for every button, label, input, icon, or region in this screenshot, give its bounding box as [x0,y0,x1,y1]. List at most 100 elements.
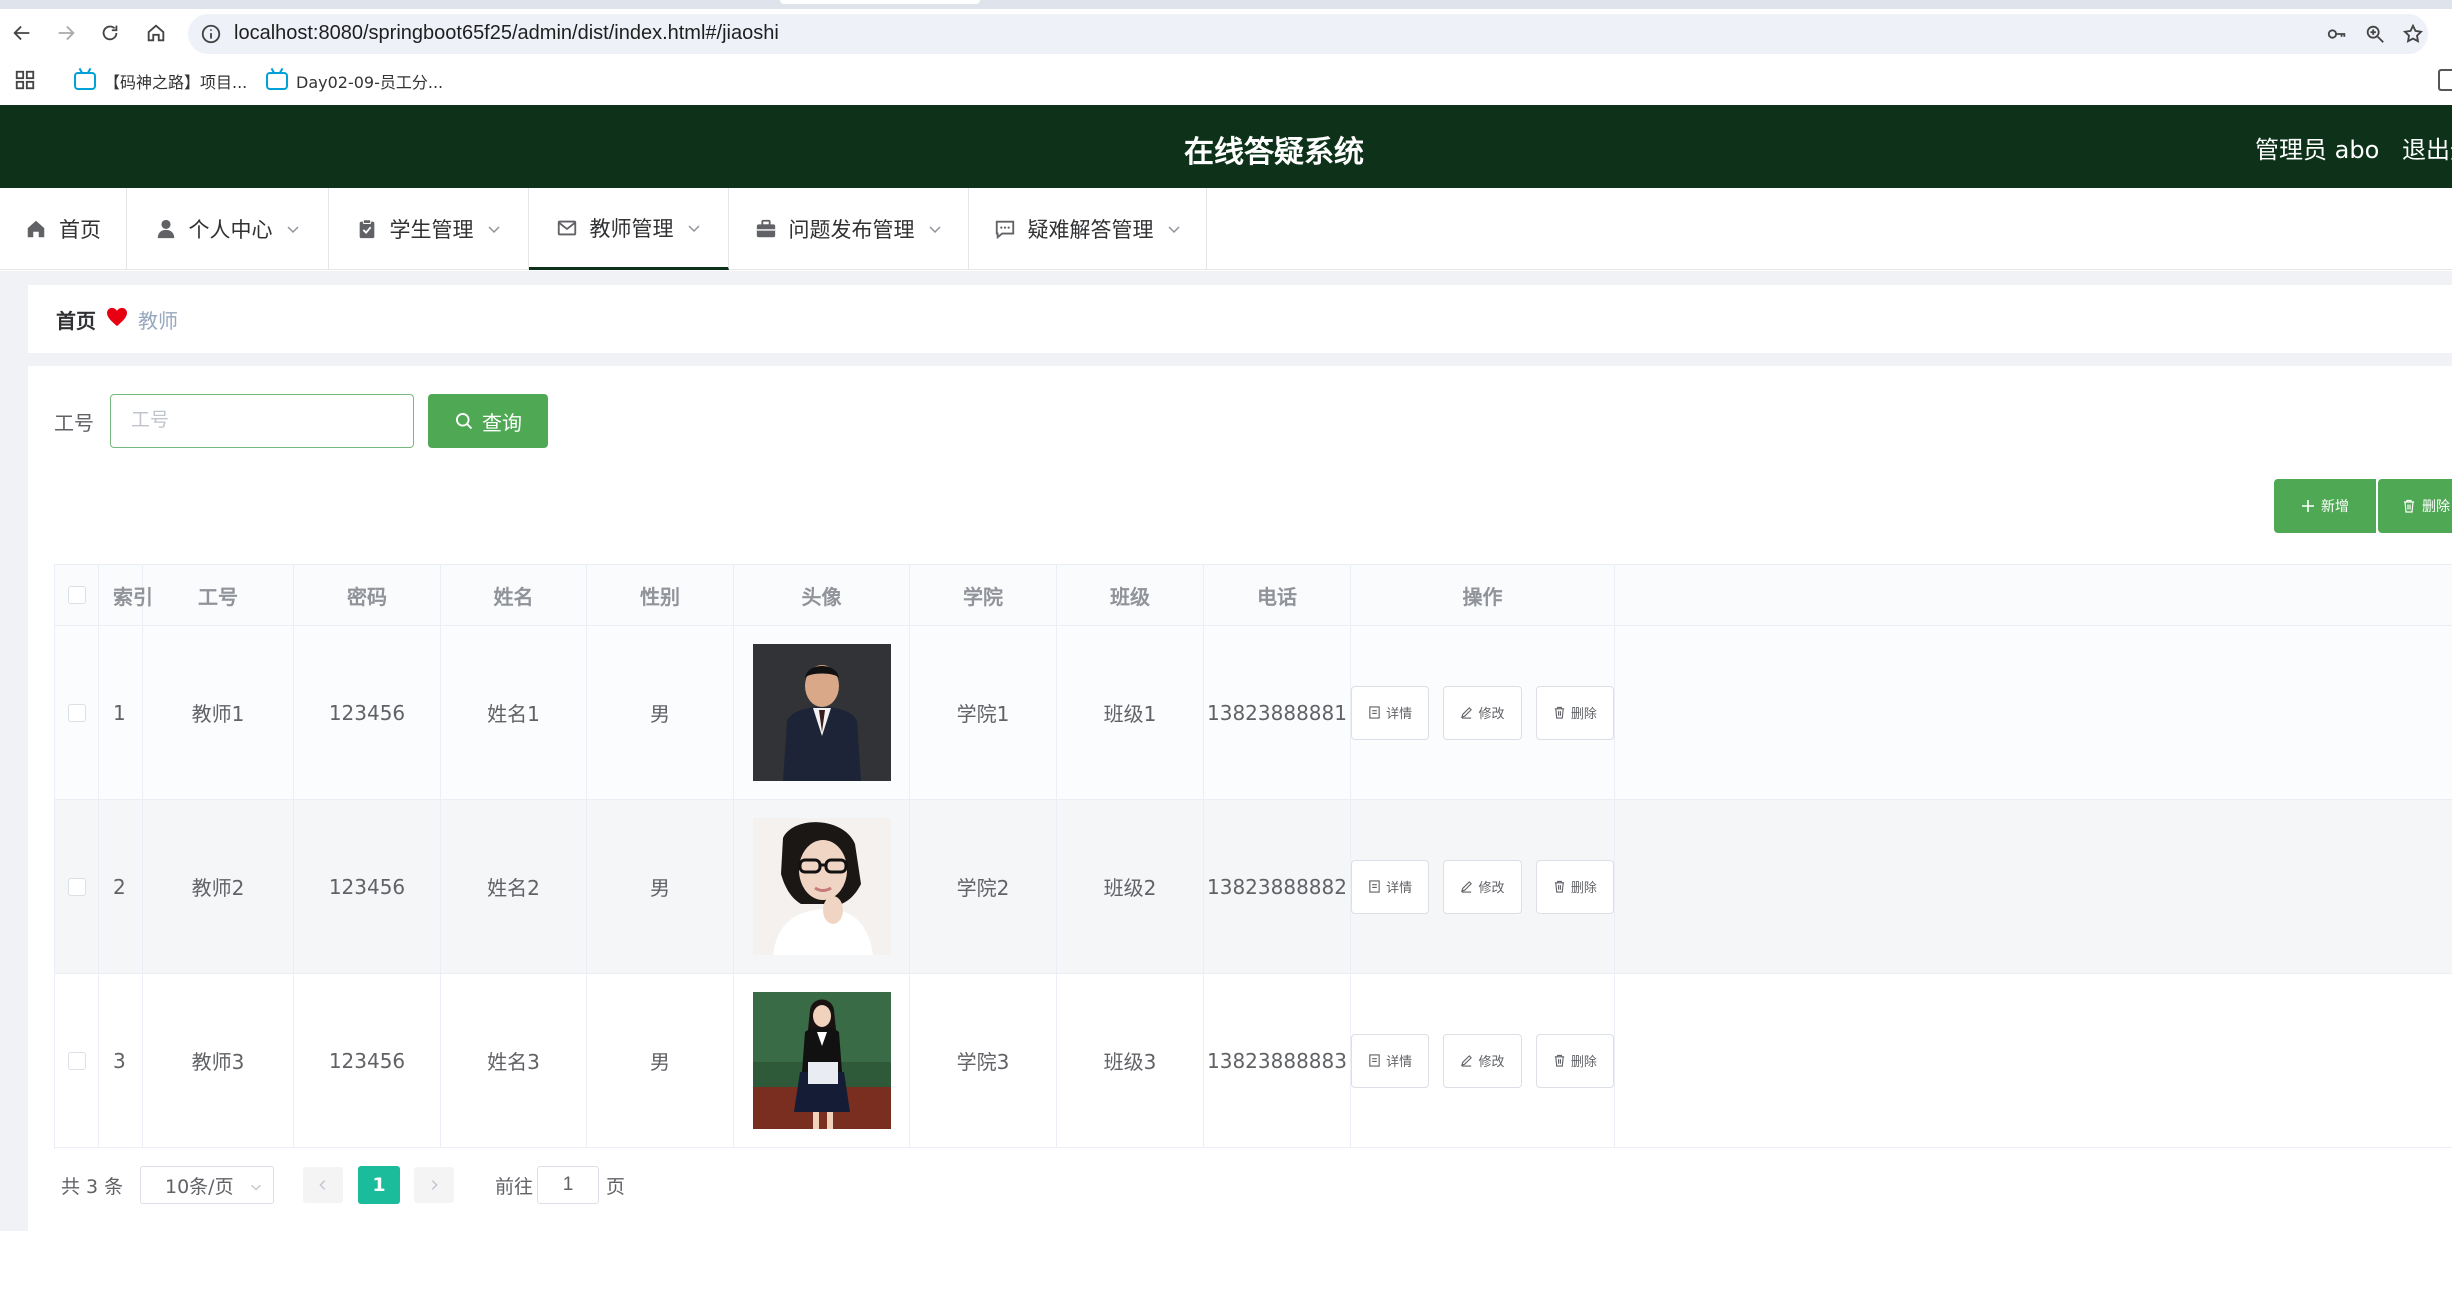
column-header: 密码 [294,565,441,625]
edit-button[interactable]: 修改 [1443,859,1522,914]
page-size-value: 10条/页 [165,1175,234,1198]
address-bar[interactable]: localhost:8080/springboot65f25/admin/dis… [188,14,2428,54]
bilibili-icon [266,72,288,90]
back-button[interactable] [4,17,40,49]
header-select-all-cell [55,565,99,625]
reload-icon [102,25,118,41]
edit-pencil-icon [1461,881,1473,893]
password-key-icon[interactable] [2326,23,2348,45]
row-select-cell [55,800,99,973]
edit-label: 修改 [1478,881,1505,896]
reading-list-icon[interactable] [2438,69,2452,91]
delete-label: 删除 [1570,707,1597,722]
id-cell: 教师2 [143,800,294,973]
menu-item-home[interactable]: 首页 [0,188,127,270]
logout-link[interactable]: 退出登录 [2402,130,2452,165]
college-cell: 学院2 [910,800,1057,973]
trash-icon [2404,499,2414,513]
home-button[interactable] [138,17,174,49]
goto-suffix: 页 [606,1176,626,1198]
edit-button[interactable]: 修改 [1443,1033,1522,1088]
column-header: 班级 [1057,565,1204,625]
apps-grid-icon[interactable] [14,69,36,91]
column-header: 工号 [143,565,294,625]
chevron-right-icon [431,1180,438,1190]
query-button[interactable]: 查询 [428,394,548,448]
detail-button[interactable]: 详情 [1351,859,1430,914]
chevron-down-icon [251,1184,261,1191]
bookmark-label: 【码神之路】项目... [104,73,248,92]
goto-page-input[interactable] [537,1166,599,1204]
detail-button[interactable]: 详情 [1351,1033,1430,1088]
breadcrumb: 首页 教师 [28,285,2452,353]
delete-button[interactable]: 删除 [1535,685,1614,740]
app-title: 在线答疑系统 [1184,135,1364,170]
menu-item-teacher-management[interactable]: 教师管理 [529,188,729,270]
page-size-select[interactable]: 10条/页 [140,1166,274,1204]
edit-pencil-icon [1461,707,1473,719]
menu-item-personal-center[interactable]: 个人中心 [127,188,329,270]
menu-item-question-publish-management[interactable]: 问题发布管理 [729,188,969,270]
zoom-icon[interactable] [2364,23,2386,45]
url-text: localhost:8080/springboot65f25/admin/dis… [234,22,779,44]
menu-item-student-management[interactable]: 学生管理 [329,188,529,270]
gender-cell: 男 [587,626,734,799]
bookmarks-bar: 【码神之路】项目... Day02-09-员工分... [0,57,2452,105]
index-cell: 3 [99,974,143,1147]
admin-user-label: 管理员 abo [2255,136,2380,164]
menu-label: 问题发布管理 [788,218,915,242]
actions-cell: 详情 修改 删除 [1351,974,1615,1147]
avatar-cell [734,626,910,799]
table-row: 2 教师2 123456 姓名2 男 学院2 班级2 13823888882 详… [55,800,2452,974]
row-checkbox[interactable] [67,703,86,722]
delete-button[interactable]: 删除 [1535,859,1614,914]
add-button[interactable]: 新增 [2274,479,2376,533]
password-cell: 123456 [294,800,441,973]
bookmark-item[interactable]: 【码神之路】项目... [74,67,247,95]
row-checkbox[interactable] [67,877,86,896]
menu-item-qa-management[interactable]: 疑难解答管理 [969,188,1207,270]
delete-button[interactable]: 删除 [1535,1033,1614,1088]
name-cell: 姓名3 [441,974,587,1147]
chat-icon [995,220,1014,240]
chevron-left-icon [319,1180,326,1190]
chevron-down-icon [286,226,299,234]
avatar-cell [734,800,910,973]
row-checkbox[interactable] [67,1051,86,1070]
class-cell: 班级1 [1057,626,1204,799]
column-header: 姓名 [441,565,587,625]
breadcrumb-home[interactable]: 首页 [56,305,96,334]
home-icon [27,220,45,238]
menu-label: 教师管理 [589,216,674,241]
prev-page-button[interactable] [303,1167,343,1203]
phone-cell: 13823888883 [1204,974,1351,1147]
chevron-down-icon [487,226,500,234]
password-cell: 123456 [294,974,441,1147]
site-info-icon[interactable] [200,23,222,45]
bulk-delete-button[interactable]: 删除 [2378,479,2452,533]
briefcase-icon [756,219,775,238]
column-header: 头像 [734,565,910,625]
reload-button[interactable] [92,17,128,49]
column-header: 操作 [1351,565,1615,625]
document-icon [1369,1054,1380,1067]
table-header-row: 索引 工号 密码 姓名 性别 头像 学院 班级 电话 操作 [55,565,2452,626]
detail-button[interactable]: 详情 [1351,685,1430,740]
bookmark-star-icon[interactable] [2402,23,2424,45]
chevron-down-icon [928,226,941,234]
next-page-button[interactable] [414,1167,454,1203]
menu-label: 学生管理 [389,218,474,242]
delete-label: 删除 [1570,1055,1597,1070]
bookmark-item[interactable]: Day02-09-员工分... [266,67,443,95]
select-all-checkbox[interactable] [67,586,86,604]
edit-label: 修改 [1478,1055,1505,1070]
search-input[interactable] [110,394,414,448]
avatar-woman-with-glasses [752,818,891,955]
page-number-current[interactable]: 1 [358,1166,400,1204]
trash-icon [1554,880,1564,893]
phone-cell: 13823888881 [1204,626,1351,799]
browser-tabstrip [0,0,2452,9]
edit-button[interactable]: 修改 [1443,685,1522,740]
forward-button[interactable] [48,17,84,49]
teacher-table: 索引 工号 密码 姓名 性别 头像 学院 班级 电话 操作 1 教师1 1234… [54,564,2452,1149]
